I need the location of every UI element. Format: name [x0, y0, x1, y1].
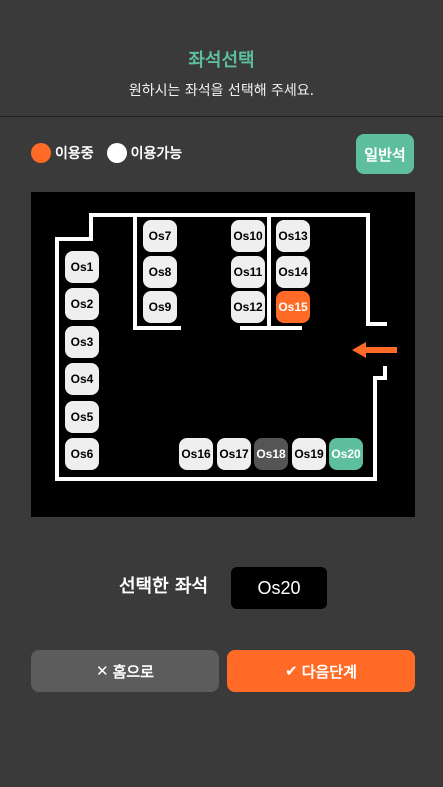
wall: [89, 213, 93, 238]
wall: [373, 380, 377, 480]
seat-os6[interactable]: Os6: [65, 438, 99, 470]
wall: [55, 477, 377, 481]
header-divider: [0, 116, 443, 117]
wall: [55, 237, 93, 241]
seat-os4[interactable]: Os4: [65, 363, 99, 395]
page-title: 좌석선택: [188, 50, 255, 71]
selected-seat-value: Os20: [231, 567, 327, 609]
seat-os20[interactable]: Os20: [329, 438, 363, 470]
wall: [366, 213, 370, 325]
header: 좌석선택 원하시는 좌석을 선택해 주세요.: [0, 0, 443, 117]
legend-available: 이용가능: [106, 143, 183, 163]
legend: 이용중 이용가능: [31, 143, 195, 163]
selected-seat-label: 선택한 좌석: [119, 576, 209, 597]
seat-os16[interactable]: Os16: [179, 438, 213, 470]
seat-map: Os1 Os2 Os3 Os4 Os5 Os6 Os7 Os8 Os9 Os10…: [31, 192, 415, 517]
seat-os8[interactable]: Os8: [143, 256, 177, 288]
wall: [366, 322, 387, 326]
wall: [55, 237, 59, 480]
seat-os3[interactable]: Os3: [65, 326, 99, 358]
page-subtitle: 원하시는 좌석을 선택해 주세요.: [128, 83, 315, 99]
entrance-arrow-icon: [352, 342, 397, 358]
close-icon: ✕: [96, 662, 109, 680]
seat-os9[interactable]: Os9: [143, 291, 177, 323]
legend-in-use-label: 이용중: [55, 146, 94, 162]
available-dot-icon: [106, 143, 127, 163]
next-step-button[interactable]: ✔ 다음단계: [227, 650, 415, 692]
seat-os13[interactable]: Os13: [276, 220, 310, 252]
home-button-label: 홈으로: [112, 662, 154, 681]
seat-os2[interactable]: Os2: [65, 288, 99, 320]
seat-os19[interactable]: Os19: [292, 438, 326, 470]
wall: [240, 326, 302, 330]
seat-os5[interactable]: Os5: [65, 401, 99, 433]
home-button[interactable]: ✕ 홈으로: [31, 650, 219, 692]
wall: [89, 213, 369, 217]
wall: [133, 213, 137, 329]
seat-os10[interactable]: Os10: [231, 220, 265, 252]
seat-os7[interactable]: Os7: [143, 220, 177, 252]
seat-os1[interactable]: Os1: [65, 251, 99, 283]
next-step-button-label: 다음단계: [301, 662, 357, 681]
seat-type-button[interactable]: 일반석: [356, 134, 414, 174]
seat-os18[interactable]: Os18: [254, 438, 288, 470]
seat-os11[interactable]: Os11: [231, 256, 265, 288]
seat-os17[interactable]: Os17: [217, 438, 251, 470]
legend-available-label: 이용가능: [130, 146, 183, 162]
seat-os15[interactable]: Os15: [276, 291, 310, 323]
seat-os12[interactable]: Os12: [231, 291, 265, 323]
in-use-dot-icon: [31, 143, 51, 163]
wall: [383, 366, 387, 380]
seat-os14[interactable]: Os14: [276, 256, 310, 288]
legend-in-use: 이용중: [31, 143, 94, 163]
wall: [133, 326, 181, 330]
check-icon: ✔: [285, 662, 298, 680]
wall: [267, 213, 271, 329]
